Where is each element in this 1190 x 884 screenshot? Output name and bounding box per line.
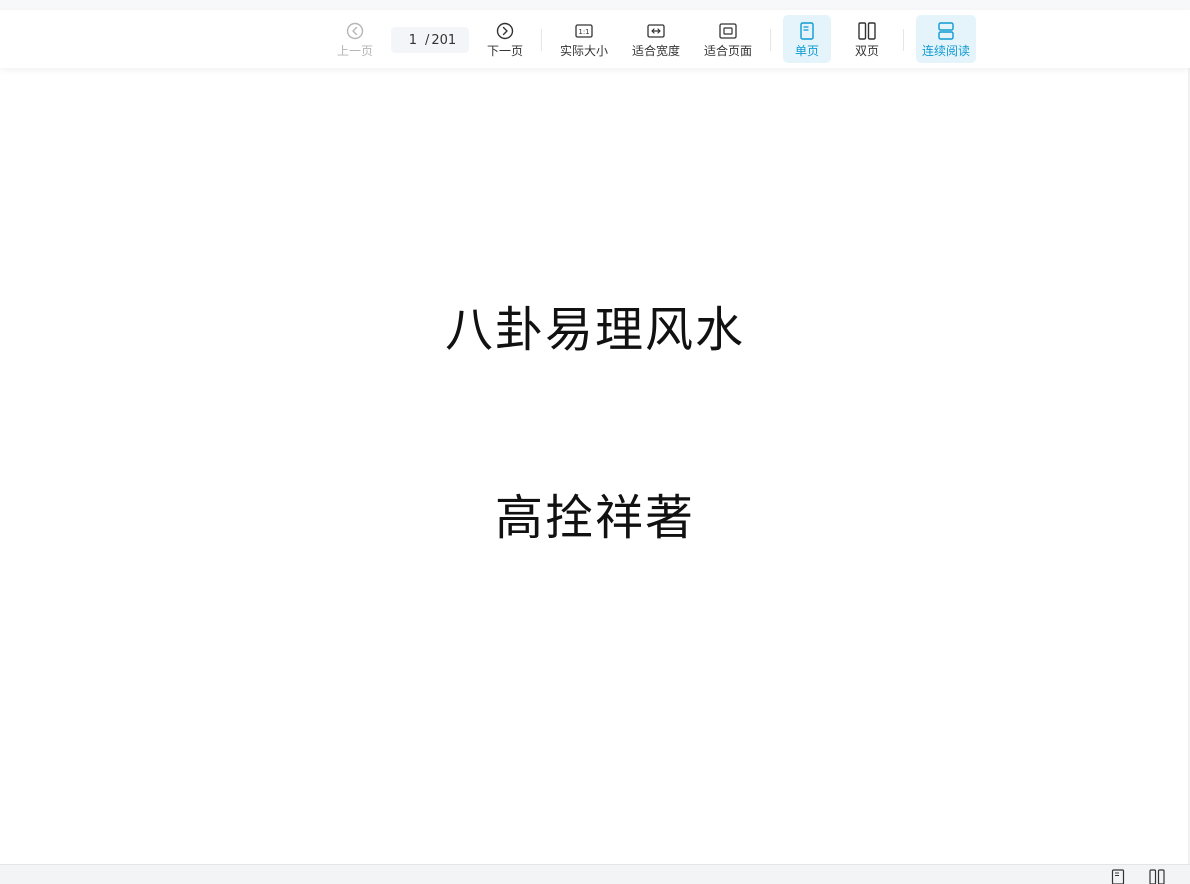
prev-page-button[interactable]: 上一页 [330, 15, 380, 63]
single-page-icon [800, 21, 814, 40]
status-bar [0, 864, 1190, 884]
double-page-icon[interactable] [1149, 869, 1165, 884]
fit-page-button[interactable]: 适合页面 [698, 15, 758, 63]
document-viewport[interactable]: 八卦易理风水 高拴祥著 [0, 68, 1190, 864]
fit-page-icon [719, 22, 737, 39]
svg-text:1:1: 1:1 [578, 28, 589, 36]
reader-toolbar: 上一页 / 201 下一页 1:1 实际大小 适合宽度 适合页面 [0, 10, 1190, 68]
next-page-button[interactable]: 下一页 [480, 15, 530, 63]
double-page-icon [858, 21, 876, 40]
continuous-reading-label: 连续阅读 [921, 43, 970, 58]
toolbar-divider [770, 29, 771, 51]
double-page-label: 双页 [854, 43, 879, 58]
double-page-button[interactable]: 双页 [843, 15, 891, 63]
page-separator: / [425, 32, 430, 48]
continuous-reading-button[interactable]: 连续阅读 [916, 15, 976, 63]
single-page-icon[interactable] [1110, 869, 1126, 884]
page-indicator: / 201 [391, 27, 469, 53]
fit-width-icon [647, 23, 665, 38]
chevron-left-circle-icon [346, 22, 364, 39]
toolbar-divider [541, 29, 542, 51]
chevron-right-circle-icon [496, 22, 514, 39]
actual-size-button[interactable]: 1:1 实际大小 [554, 15, 614, 63]
window-top-strip [0, 0, 1190, 10]
single-page-button[interactable]: 单页 [783, 15, 831, 63]
fit-page-label: 适合页面 [703, 43, 752, 58]
fit-width-label: 适合宽度 [631, 43, 680, 58]
one-to-one-icon: 1:1 [575, 23, 593, 38]
toolbar-divider [903, 29, 904, 51]
current-page-input[interactable] [391, 32, 417, 48]
total-pages: 201 [431, 32, 457, 48]
actual-size-label: 实际大小 [559, 43, 608, 58]
next-page-label: 下一页 [486, 43, 523, 58]
document-title: 八卦易理风水 [444, 302, 745, 358]
document-author: 高拴祥著 [494, 490, 695, 546]
fit-width-button[interactable]: 适合宽度 [626, 15, 686, 63]
prev-page-label: 上一页 [336, 43, 373, 58]
single-page-label: 单页 [794, 43, 819, 58]
continuous-scroll-icon [938, 21, 954, 40]
